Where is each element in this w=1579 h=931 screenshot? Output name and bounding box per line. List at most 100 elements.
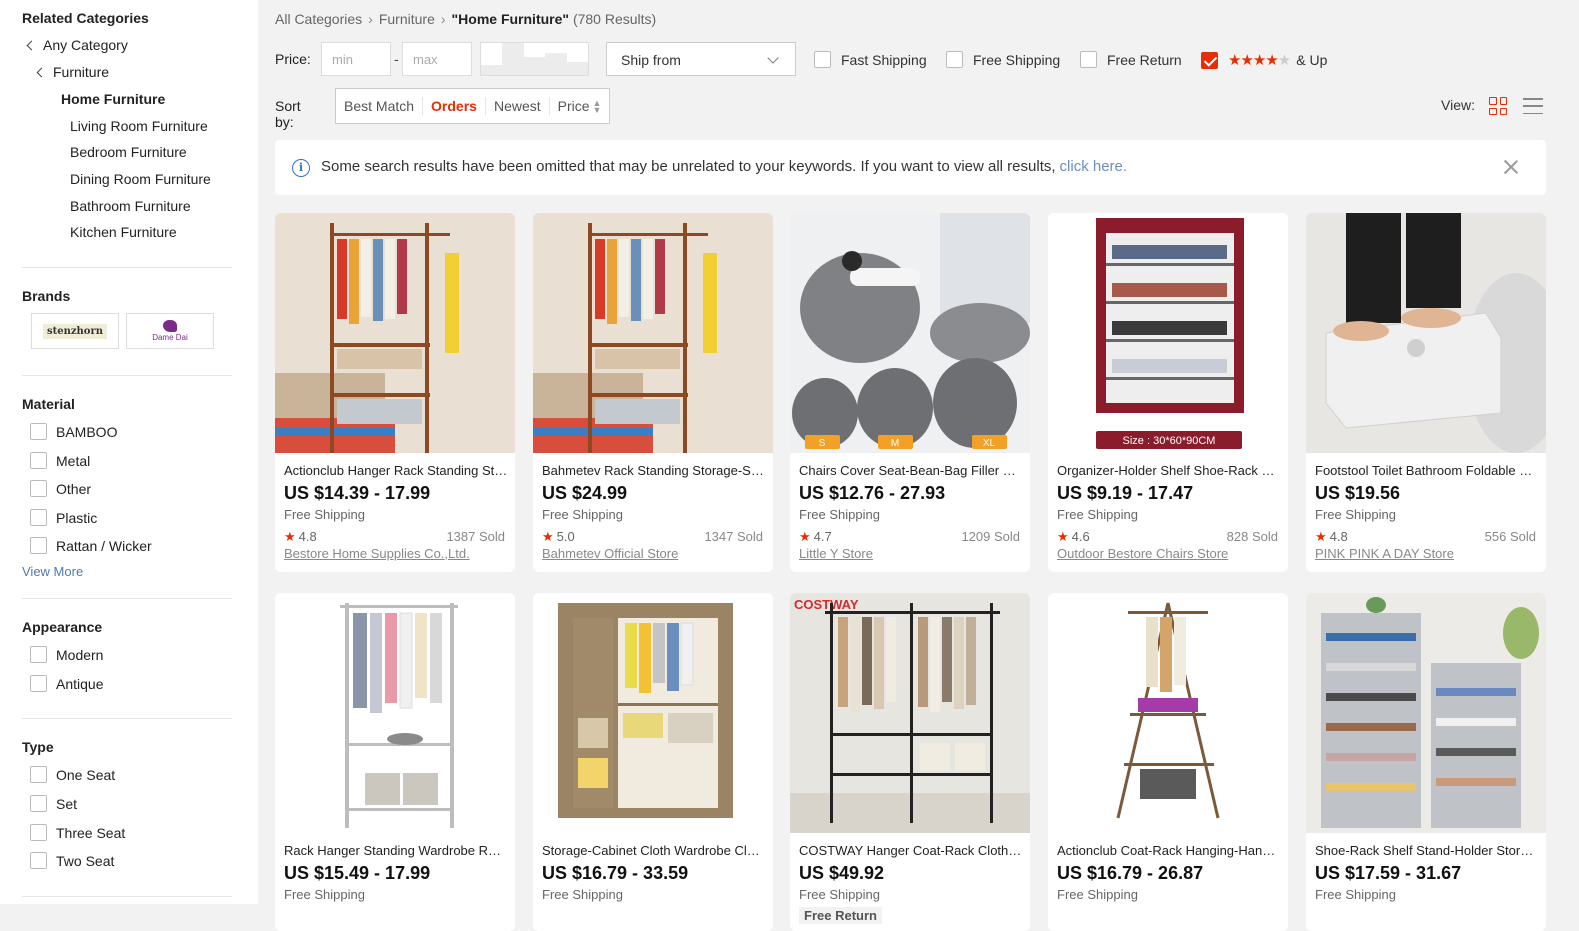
product-shipping: Free Shipping xyxy=(1057,887,1138,902)
type-set[interactable]: Set xyxy=(30,795,77,812)
product-card[interactable]: Bahmetev Rack Standing Storage-Shelf US … xyxy=(533,213,773,572)
chevron-left-icon xyxy=(36,67,47,78)
view-more-link[interactable]: View More xyxy=(22,564,83,579)
product-card[interactable]: Size : 30*60*90CM Organizer-Holder Shelf… xyxy=(1048,213,1288,572)
product-image[interactable]: Size : 30*60*90CM xyxy=(1048,213,1288,453)
product-title[interactable]: Organizer-Holder Shelf Shoe-Rack Cabinet xyxy=(1057,463,1281,478)
product-image[interactable] xyxy=(533,593,773,833)
store-link[interactable]: Bahmetev Official Store xyxy=(542,546,678,561)
product-card[interactable]: S M XL Chairs Cover Seat-Bean-Bag Filler… xyxy=(790,213,1030,572)
type-two-seat[interactable]: Two Seat xyxy=(30,852,114,869)
product-card[interactable]: Actionclub Hanger Rack Standing Storage … xyxy=(275,213,515,572)
product-image[interactable]: COSTWAY xyxy=(790,593,1030,833)
product-card[interactable]: Footstool Toilet Bathroom Foldable Stool… xyxy=(1306,213,1546,572)
product-title[interactable]: Shoe-Rack Shelf Stand-Holder Storage xyxy=(1315,843,1539,858)
store-link[interactable]: Bestore Home Supplies Co.,Ltd. xyxy=(284,546,470,561)
fast-shipping-filter[interactable]: Fast Shipping xyxy=(814,51,927,68)
breadcrumb-separator: › xyxy=(440,11,446,27)
material-plastic[interactable]: Plastic xyxy=(30,509,97,526)
checkbox[interactable] xyxy=(30,646,47,663)
checkbox[interactable] xyxy=(30,480,47,497)
close-icon[interactable] xyxy=(1502,158,1520,176)
material-bamboo[interactable]: BAMBOO xyxy=(30,423,117,440)
material-rattan[interactable]: Rattan / Wicker xyxy=(30,537,152,554)
category-dining-room[interactable]: Dining Room Furniture xyxy=(70,171,211,187)
product-card[interactable]: COSTWAY COSTWAY Hanger Coat-Rack Clothin… xyxy=(790,593,1030,931)
product-title[interactable]: Bahmetev Rack Standing Storage-Shelf xyxy=(542,463,766,478)
ship-from-dropdown[interactable]: Ship from xyxy=(606,42,796,76)
appearance-modern[interactable]: Modern xyxy=(30,646,103,663)
product-image[interactable] xyxy=(533,213,773,453)
breadcrumb-furniture[interactable]: Furniture xyxy=(379,11,435,27)
product-image[interactable] xyxy=(1048,593,1288,833)
sort-price[interactable]: Price ▲ ▼ xyxy=(550,97,610,115)
brand-stenzhorn[interactable]: stenzhorn xyxy=(31,313,119,349)
product-title[interactable]: COSTWAY Hanger Coat-Rack Clothing Rack xyxy=(799,843,1023,858)
product-title[interactable]: Actionclub Coat-Rack Hanging-Hanger Rack xyxy=(1057,843,1281,858)
price-min-input[interactable]: min xyxy=(321,42,391,76)
category-any[interactable]: Any Category xyxy=(26,37,128,53)
checkbox[interactable] xyxy=(30,537,47,554)
material-metal[interactable]: Metal xyxy=(30,452,90,469)
breadcrumb-current: "Home Furniture" xyxy=(451,11,570,27)
product-card[interactable]: Actionclub Coat-Rack Hanging-Hanger Rack… xyxy=(1048,593,1288,931)
category-bathroom[interactable]: Bathroom Furniture xyxy=(70,198,191,214)
product-title[interactable]: Actionclub Hanger Rack Standing Storage … xyxy=(284,463,508,478)
product-shipping: Free Shipping xyxy=(1315,887,1396,902)
checkbox[interactable] xyxy=(1080,51,1097,68)
checkbox[interactable] xyxy=(814,51,831,68)
product-title[interactable]: Rack Hanger Standing Wardrobe Rack xyxy=(284,843,508,858)
type-three-seat[interactable]: Three Seat xyxy=(30,824,125,841)
store-link[interactable]: PINK PINK A DAY Store xyxy=(1315,546,1454,561)
price-max-input[interactable]: max xyxy=(402,42,472,76)
appearance-antique[interactable]: Antique xyxy=(30,675,103,692)
material-other[interactable]: Other xyxy=(30,480,91,497)
category-home-furniture[interactable]: Home Furniture xyxy=(61,91,165,107)
product-image[interactable] xyxy=(1306,593,1546,833)
product-sold: 556 Sold xyxy=(1484,529,1536,544)
price-histogram[interactable] xyxy=(480,42,589,76)
grid-view-icon[interactable] xyxy=(1489,97,1507,115)
category-furniture[interactable]: Furniture xyxy=(36,64,109,80)
sort-newest[interactable]: Newest xyxy=(486,97,550,115)
category-living-room[interactable]: Living Room Furniture xyxy=(70,118,208,134)
product-card[interactable]: Shoe-Rack Shelf Stand-Holder Storage US … xyxy=(1306,593,1546,931)
product-image[interactable] xyxy=(275,213,515,453)
store-link[interactable]: Little Y Store xyxy=(799,546,873,561)
click-here-link[interactable]: click here. xyxy=(1060,158,1128,175)
checkbox[interactable] xyxy=(30,509,47,526)
product-title[interactable]: Chairs Cover Seat-Bean-Bag Filler Sofa xyxy=(799,463,1023,478)
checkbox[interactable] xyxy=(30,423,47,440)
checkbox[interactable] xyxy=(30,766,47,783)
store-link[interactable]: Outdoor Bestore Chairs Store xyxy=(1057,546,1228,561)
checkbox[interactable] xyxy=(30,452,47,469)
size-tag: S xyxy=(819,438,826,449)
checkbox[interactable] xyxy=(30,852,47,869)
product-card[interactable]: Storage-Cabinet Cloth Wardrobe Closet US… xyxy=(533,593,773,931)
product-image[interactable] xyxy=(1306,213,1546,453)
sort-best-match[interactable]: Best Match xyxy=(336,97,424,115)
category-kitchen[interactable]: Kitchen Furniture xyxy=(70,224,177,240)
free-shipping-filter[interactable]: Free Shipping xyxy=(946,51,1060,68)
sort-orders[interactable]: Orders xyxy=(423,97,486,115)
breadcrumb-all[interactable]: All Categories xyxy=(275,11,362,27)
list-view-icon[interactable] xyxy=(1523,98,1543,114)
checkbox[interactable] xyxy=(30,675,47,692)
category-bedroom[interactable]: Bedroom Furniture xyxy=(70,144,187,160)
rating-filter[interactable]: ★★★★★ & Up xyxy=(1201,51,1327,69)
product-title[interactable]: Storage-Cabinet Cloth Wardrobe Closet xyxy=(542,843,766,858)
type-one-seat[interactable]: One Seat xyxy=(30,766,115,783)
free-return-filter[interactable]: Free Return xyxy=(1080,51,1182,68)
checkbox[interactable] xyxy=(30,824,47,841)
product-title[interactable]: Footstool Toilet Bathroom Foldable Stool xyxy=(1315,463,1539,478)
checkbox-checked[interactable] xyxy=(1201,51,1218,69)
divider xyxy=(22,598,232,599)
related-categories-title: Related Categories xyxy=(22,10,149,26)
checkbox[interactable] xyxy=(30,795,47,812)
product-image[interactable] xyxy=(275,593,515,833)
product-image[interactable]: S M XL xyxy=(790,213,1030,453)
product-card[interactable]: Rack Hanger Standing Wardrobe Rack US $1… xyxy=(275,593,515,931)
brand-dame-dai[interactable]: Dame Dai xyxy=(126,313,214,349)
brands-title: Brands xyxy=(22,288,71,304)
checkbox[interactable] xyxy=(946,51,963,68)
